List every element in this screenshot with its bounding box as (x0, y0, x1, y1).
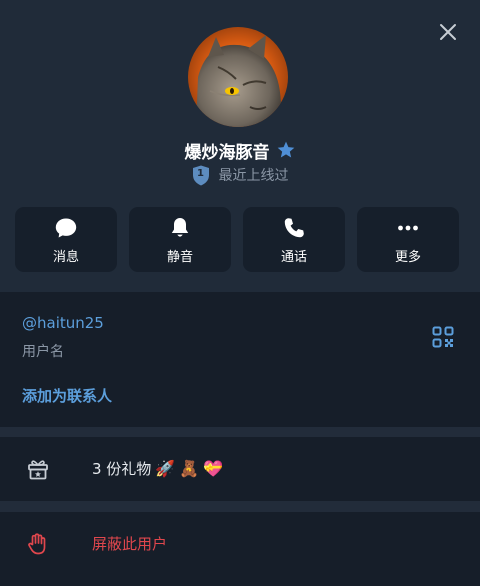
block-user-row[interactable]: 屏蔽此用户 (0, 512, 480, 576)
block-user-label: 屏蔽此用户 (92, 535, 168, 553)
level-badge: 1 (192, 165, 210, 186)
bell-icon (171, 218, 189, 237)
call-button[interactable]: 通话 (243, 207, 345, 272)
hand-stop-icon (28, 533, 46, 555)
add-contact-button[interactable]: 添加为联系人 (22, 385, 112, 406)
close-button[interactable] (436, 20, 460, 44)
username-caption: 用户名 (22, 344, 64, 360)
info-section (0, 292, 480, 427)
heart-gift: 💝 (203, 459, 224, 478)
level-number: 1 (197, 167, 204, 179)
gifts-row[interactable]: 3 份礼物 🚀 🧸 💝 (0, 437, 480, 501)
avatar (188, 27, 288, 127)
status-row: 1 最近上线过 (0, 164, 480, 186)
more-label: 更多 (394, 250, 421, 265)
rocket-gift: 🚀 (155, 459, 176, 478)
phone-icon (284, 218, 304, 238)
username[interactable]: @haitun25 (22, 314, 104, 332)
gifts-summary: 3 份礼物 🚀 🧸 💝 (92, 458, 223, 479)
chat-bubble-icon (55, 218, 77, 238)
section-divider (0, 501, 480, 512)
gift-icon (28, 460, 48, 480)
more-dots-icon (398, 225, 418, 231)
close-icon (440, 24, 456, 40)
mute-button[interactable]: 静音 (129, 207, 231, 272)
teddy-bear-gift: 🧸 (179, 459, 200, 478)
gifts-count-label: 3 份礼物 (92, 460, 152, 478)
action-buttons: 消息 静音 通话 更多 (15, 207, 460, 272)
qr-code-button[interactable] (432, 326, 454, 348)
mute-label: 静音 (166, 250, 193, 265)
profile-name: 爆炒海豚音 (184, 142, 270, 163)
premium-star-icon (276, 140, 296, 160)
call-label: 通话 (280, 250, 307, 265)
message-button[interactable]: 消息 (15, 207, 117, 272)
section-divider (0, 427, 480, 437)
message-label: 消息 (52, 250, 79, 265)
more-button[interactable]: 更多 (357, 207, 459, 272)
name-row: 爆炒海豚音 (0, 137, 480, 163)
last-seen-status: 最近上线过 (218, 168, 289, 184)
qr-code-icon (432, 326, 454, 348)
